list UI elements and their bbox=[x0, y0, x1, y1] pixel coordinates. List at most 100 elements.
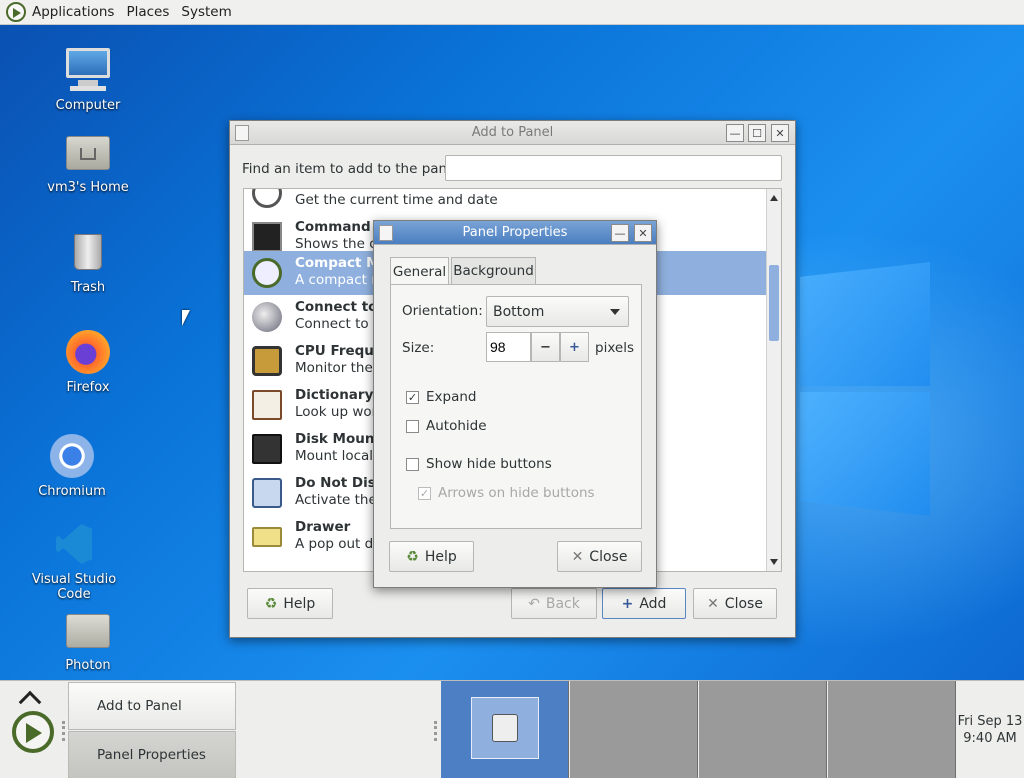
add-button-label: Add bbox=[639, 595, 667, 612]
drag-handle-icon[interactable] bbox=[62, 721, 65, 741]
panel-properties-titlebar[interactable]: Panel Properties — ✕ bbox=[374, 221, 656, 245]
maximize-button[interactable]: ☐ bbox=[748, 124, 766, 142]
expand-label: Expand bbox=[426, 389, 477, 405]
desktop-icon-chromium[interactable]: Chromium bbox=[17, 432, 127, 499]
find-item-label: Find an item to add to the panel: bbox=[242, 161, 464, 177]
clock[interactable]: Fri Sep 13 9:40 AM bbox=[956, 713, 1024, 747]
chromium-icon bbox=[48, 432, 96, 480]
desktop-icon-trash[interactable]: Trash bbox=[33, 228, 143, 295]
item-description: Get the current time and date bbox=[295, 192, 498, 208]
window-title: Add to Panel bbox=[471, 125, 554, 140]
item-description: Look up word bbox=[295, 404, 386, 420]
help-button-label: Help bbox=[283, 595, 316, 612]
tab-label: Background bbox=[453, 263, 534, 279]
minimize-button[interactable]: — bbox=[726, 124, 744, 142]
orientation-label: Orientation: bbox=[402, 303, 483, 319]
size-decrement-button[interactable]: − bbox=[531, 332, 560, 362]
vscode-icon bbox=[50, 520, 98, 568]
close-window-button[interactable]: ✕ bbox=[771, 124, 789, 142]
expand-checkbox[interactable]: ✓ bbox=[406, 391, 419, 404]
add-button[interactable]: + Add bbox=[602, 588, 686, 619]
show-hide-buttons-label: Show hide buttons bbox=[426, 456, 552, 472]
desktop-icon-home[interactable]: vm3's Home bbox=[33, 128, 143, 195]
drawer-icon bbox=[252, 527, 282, 547]
terminal-icon bbox=[252, 222, 282, 252]
dropdown-arrow-icon bbox=[610, 309, 620, 315]
size-increment-button[interactable]: + bbox=[560, 332, 589, 362]
back-arrow-icon: ↶ bbox=[528, 595, 540, 612]
applications-menu-label: Applications bbox=[32, 4, 115, 20]
back-button[interactable]: ↶ Back bbox=[511, 588, 597, 619]
desktop-icon-label: Visual Studio Code bbox=[31, 572, 117, 602]
scroll-thumb[interactable] bbox=[769, 265, 779, 341]
item-name: Drawer bbox=[295, 519, 351, 535]
drag-handle-icon[interactable] bbox=[434, 721, 437, 741]
orientation-select[interactable]: Bottom bbox=[486, 296, 629, 327]
applications-menu[interactable]: Applications bbox=[0, 0, 120, 25]
tab-label: General bbox=[392, 263, 447, 280]
window-menu-icon[interactable] bbox=[235, 125, 249, 141]
places-menu[interactable]: Places bbox=[120, 0, 175, 25]
desktop-icon-label: Firefox bbox=[66, 380, 110, 395]
system-menu[interactable]: System bbox=[175, 0, 237, 25]
notification-icon bbox=[252, 478, 282, 508]
tab-general[interactable]: General bbox=[390, 257, 449, 285]
help-button-label: Help bbox=[424, 548, 457, 565]
help-button[interactable]: ♻ Help bbox=[247, 588, 333, 619]
plus-icon: + bbox=[621, 595, 634, 612]
workspace-1[interactable] bbox=[441, 681, 569, 778]
show-hide-buttons-checkbox[interactable] bbox=[406, 458, 419, 471]
panel-hide-arrow-icon[interactable] bbox=[18, 690, 42, 714]
properties-help-button[interactable]: ♻ Help bbox=[389, 541, 474, 572]
taskbar-item-panel-properties[interactable]: Panel Properties bbox=[68, 731, 236, 778]
window-menu-icon[interactable] bbox=[379, 225, 393, 241]
close-button-label: Close bbox=[589, 548, 628, 565]
scroll-down-icon[interactable] bbox=[770, 559, 778, 565]
close-button[interactable]: ✕ Close bbox=[693, 588, 777, 619]
item-description: A compact m bbox=[295, 272, 385, 288]
globe-icon bbox=[252, 302, 282, 332]
item-description: Connect to a bbox=[295, 316, 382, 332]
list-scrollbar[interactable] bbox=[766, 189, 781, 571]
help-icon: ♻ bbox=[264, 595, 278, 612]
arrows-checkbox[interactable]: ✓ bbox=[418, 487, 431, 500]
desktop-icon-firefox[interactable]: Firefox bbox=[33, 328, 143, 395]
folder-icon bbox=[64, 606, 112, 654]
clock-date: Fri Sep 13 bbox=[957, 714, 1023, 729]
add-to-panel-titlebar[interactable]: Add to Panel — ☐ ✕ bbox=[230, 121, 795, 145]
panel-properties-window: Panel Properties — ✕ General Background … bbox=[373, 220, 657, 588]
help-icon: ♻ bbox=[406, 548, 419, 565]
main-menu-logo-icon[interactable] bbox=[12, 711, 54, 753]
close-x-icon: ✕ bbox=[571, 548, 584, 565]
top-panel: Applications Places System bbox=[0, 0, 1024, 25]
desktop-icon-label: Computer bbox=[55, 98, 121, 113]
desktop-icon-label: Chromium bbox=[38, 484, 106, 499]
close-button-label: Close bbox=[724, 595, 763, 612]
close-window-button[interactable]: ✕ bbox=[634, 224, 652, 242]
firefox-icon bbox=[64, 328, 112, 376]
desktop-icon-photon[interactable]: Photon bbox=[33, 606, 143, 673]
search-input[interactable] bbox=[445, 155, 782, 181]
tab-background[interactable]: Background bbox=[451, 257, 536, 284]
orientation-value: Bottom bbox=[493, 303, 545, 320]
scroll-up-icon[interactable] bbox=[770, 195, 778, 201]
close-x-icon: ✕ bbox=[707, 595, 719, 612]
list-item[interactable]: Get the current time and date bbox=[244, 189, 767, 215]
workspace-4[interactable] bbox=[828, 681, 956, 778]
floppy-disk-icon bbox=[252, 434, 282, 464]
desktop-icon-vscode[interactable]: Visual Studio Code bbox=[19, 520, 129, 602]
clock-icon bbox=[252, 189, 282, 208]
workspace-3[interactable] bbox=[699, 681, 827, 778]
taskbar-item-add-to-panel[interactable]: Add to Panel bbox=[68, 682, 236, 730]
minimize-button[interactable]: — bbox=[611, 224, 629, 242]
book-icon bbox=[252, 390, 282, 420]
properties-close-button[interactable]: ✕ Close bbox=[557, 541, 642, 572]
workspace-2[interactable] bbox=[570, 681, 698, 778]
back-button-label: Back bbox=[545, 595, 580, 612]
wallpaper-logo-pane bbox=[800, 262, 930, 386]
arrows-label: Arrows on hide buttons bbox=[438, 485, 595, 501]
desktop-icon-computer[interactable]: Computer bbox=[33, 46, 143, 113]
taskbar-item-label: Panel Properties bbox=[97, 747, 206, 763]
autohide-checkbox[interactable] bbox=[406, 420, 419, 433]
size-input[interactable] bbox=[486, 332, 531, 362]
